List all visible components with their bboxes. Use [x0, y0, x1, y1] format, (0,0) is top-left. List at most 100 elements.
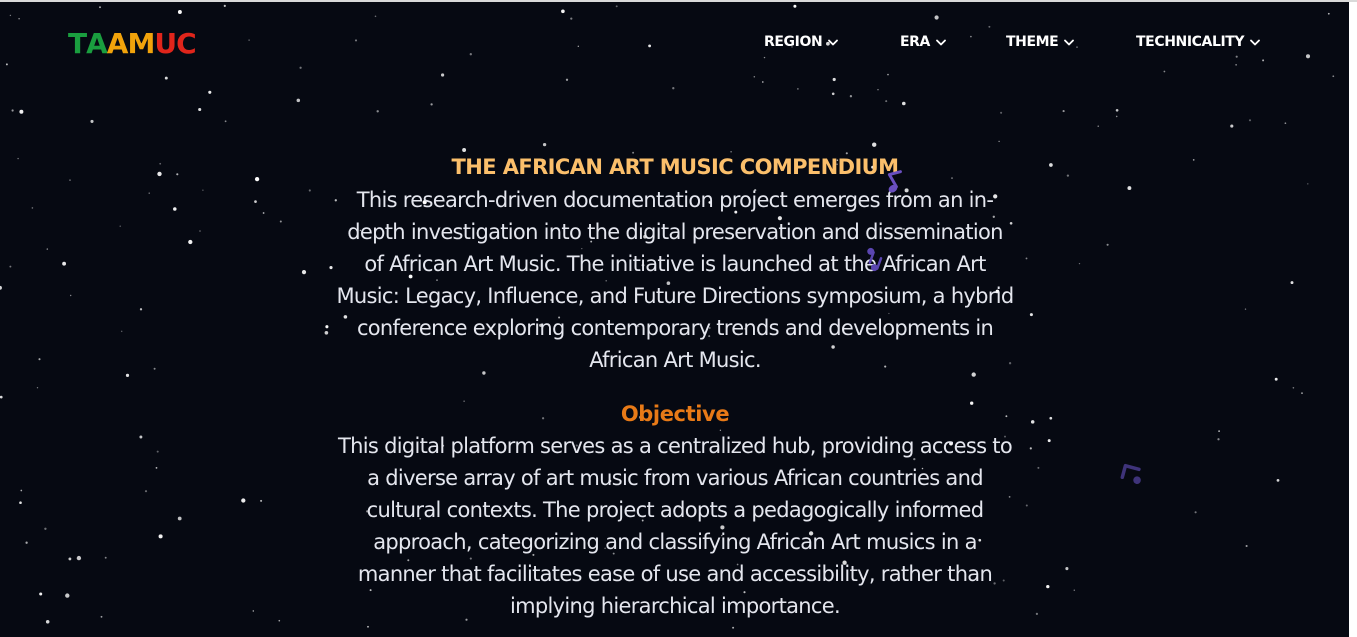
star-dot — [615, 5, 618, 8]
star-dot — [5, 63, 8, 66]
star-dot — [1301, 392, 1303, 394]
star-dot — [44, 527, 47, 530]
star-dot — [1305, 54, 1311, 59]
nav-item-region[interactable]: REGION — [764, 30, 839, 54]
star-dot — [177, 10, 182, 14]
star-dot — [1049, 416, 1053, 420]
star-dot — [199, 230, 201, 232]
star-dot — [36, 387, 39, 389]
star-dot — [1192, 159, 1195, 161]
logo-letter: U — [154, 27, 177, 60]
nav-item-label: REGION — [764, 34, 823, 50]
star-dot — [934, 15, 939, 20]
star-dot — [761, 81, 764, 83]
intro-paragraph: This research-driven documentation proje… — [336, 188, 1015, 372]
page: TAAMUC REGION ERA THEME TECHNICALITY THE… — [0, 0, 1357, 637]
star-dot — [1029, 447, 1032, 450]
window-top-border — [0, 0, 1357, 2]
star-dot — [159, 162, 162, 165]
main-content: THE AFRICAN ART MUSIC COMPENDIUM This re… — [330, 150, 1020, 622]
star-dot — [158, 534, 163, 539]
star-dot — [254, 200, 257, 203]
star-dot — [902, 101, 906, 106]
star-dot — [139, 435, 143, 439]
star-dot — [19, 501, 22, 505]
star-dot — [153, 367, 156, 370]
star-dot — [1115, 115, 1118, 118]
star-dot — [144, 490, 148, 493]
star-dot — [155, 467, 158, 469]
star-dot — [177, 516, 182, 521]
star-dot — [1029, 313, 1033, 317]
star-dot — [354, 39, 358, 42]
star-dot — [1127, 186, 1132, 191]
star-dot — [1248, 119, 1252, 122]
nav-item-era[interactable]: ERA — [900, 30, 946, 54]
star-dot — [262, 212, 265, 214]
star-dot — [125, 373, 130, 377]
star-dot — [224, 120, 227, 123]
star-dot — [176, 173, 179, 176]
star-dot — [732, 626, 735, 629]
star-dot — [198, 107, 202, 112]
chevron-down-icon — [1250, 39, 1261, 45]
star-dot — [156, 450, 159, 453]
star-dot — [76, 555, 82, 561]
star-dot — [1235, 64, 1237, 66]
star-dot — [1073, 589, 1076, 591]
star-dot — [887, 73, 889, 76]
star-dot — [139, 308, 143, 311]
star-dot — [1327, 12, 1330, 15]
star-dot — [65, 593, 70, 598]
star-dot — [1244, 308, 1247, 310]
star-dot — [1284, 122, 1287, 125]
star-dot — [1218, 430, 1220, 432]
star-dot — [252, 610, 255, 612]
star-dot — [1066, 174, 1070, 177]
star-dot — [39, 592, 43, 596]
star-dot — [324, 330, 329, 335]
page-title: THE AFRICAN ART MUSIC COMPENDIUM — [451, 155, 899, 179]
star-dot — [68, 557, 72, 561]
star-dot — [70, 294, 72, 297]
star-dot — [19, 109, 24, 114]
music-note-icon — [887, 170, 902, 193]
star-dot — [1235, 55, 1238, 58]
star-dot — [998, 140, 1000, 143]
nav-item-technicality[interactable]: TECHNICALITY — [1136, 30, 1261, 54]
star-dot — [148, 192, 150, 194]
star-dot — [90, 119, 94, 123]
star-dot — [299, 66, 302, 69]
star-dot — [1194, 511, 1197, 514]
star-dot — [202, 189, 204, 191]
star-dot — [1062, 110, 1065, 113]
star-dot — [25, 541, 28, 544]
star-dot — [1307, 183, 1309, 185]
star-dot — [1037, 466, 1040, 469]
page-scrollbar[interactable] — [1349, 2, 1357, 637]
site-logo[interactable]: TAAMUC — [68, 27, 197, 60]
star-dot — [1245, 544, 1248, 548]
star-dot — [561, 9, 565, 14]
nav-item-label: TECHNICALITY — [1136, 34, 1245, 50]
star-dot — [1262, 59, 1265, 62]
star-dot — [1025, 504, 1028, 507]
star-dot — [9, 14, 12, 17]
star-dot — [872, 142, 877, 147]
nav-item-theme[interactable]: THEME — [1006, 30, 1075, 54]
star-dot — [1046, 584, 1050, 589]
logo-letter: A — [106, 27, 129, 60]
star-dot — [565, 78, 569, 81]
star-dot — [1049, 163, 1053, 167]
star-dot — [1035, 612, 1039, 616]
star-dot — [849, 95, 853, 98]
star-dot — [164, 76, 168, 80]
star-dot — [1030, 420, 1035, 424]
star-dot — [469, 53, 472, 56]
star-dot — [367, 625, 369, 628]
star-dot — [248, 39, 250, 41]
star-dot — [885, 100, 888, 103]
star-dot — [241, 498, 246, 503]
star-dot — [542, 142, 547, 147]
star-dot — [988, 25, 991, 28]
